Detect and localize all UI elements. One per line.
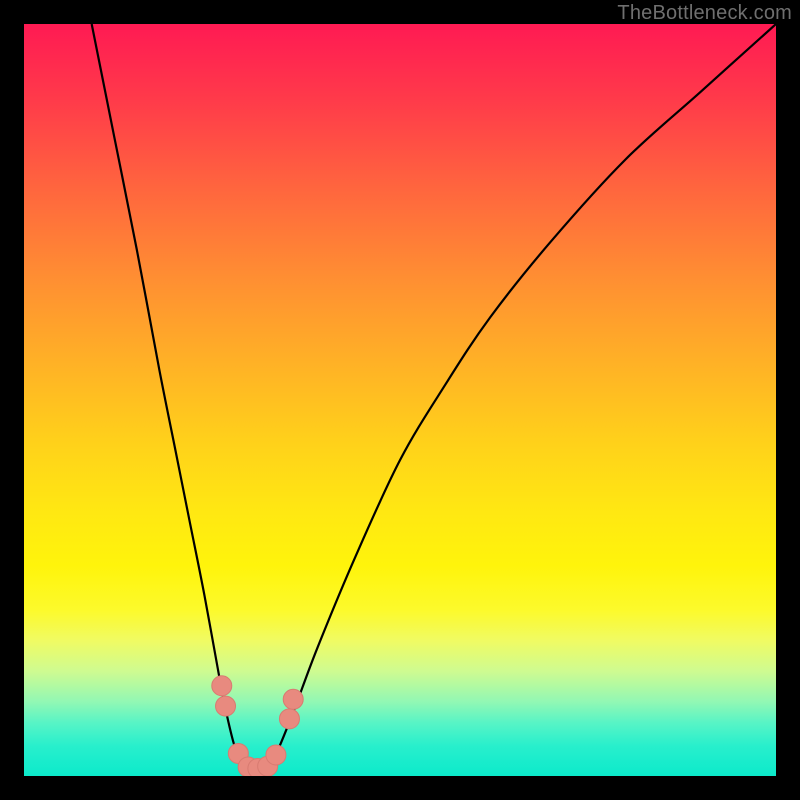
marker-group: [212, 676, 303, 776]
dot-left-lower: [216, 696, 236, 716]
dot-bottom-5: [266, 745, 286, 765]
chart-frame: TheBottleneck.com: [0, 0, 800, 800]
plot-area: [24, 24, 776, 776]
watermark-text: TheBottleneck.com: [617, 2, 792, 25]
dot-right-upper: [283, 689, 303, 709]
dot-right-lower: [279, 709, 299, 729]
bottleneck-curve: [92, 24, 776, 769]
chart-svg: [24, 24, 776, 776]
dot-left-upper: [212, 676, 232, 696]
